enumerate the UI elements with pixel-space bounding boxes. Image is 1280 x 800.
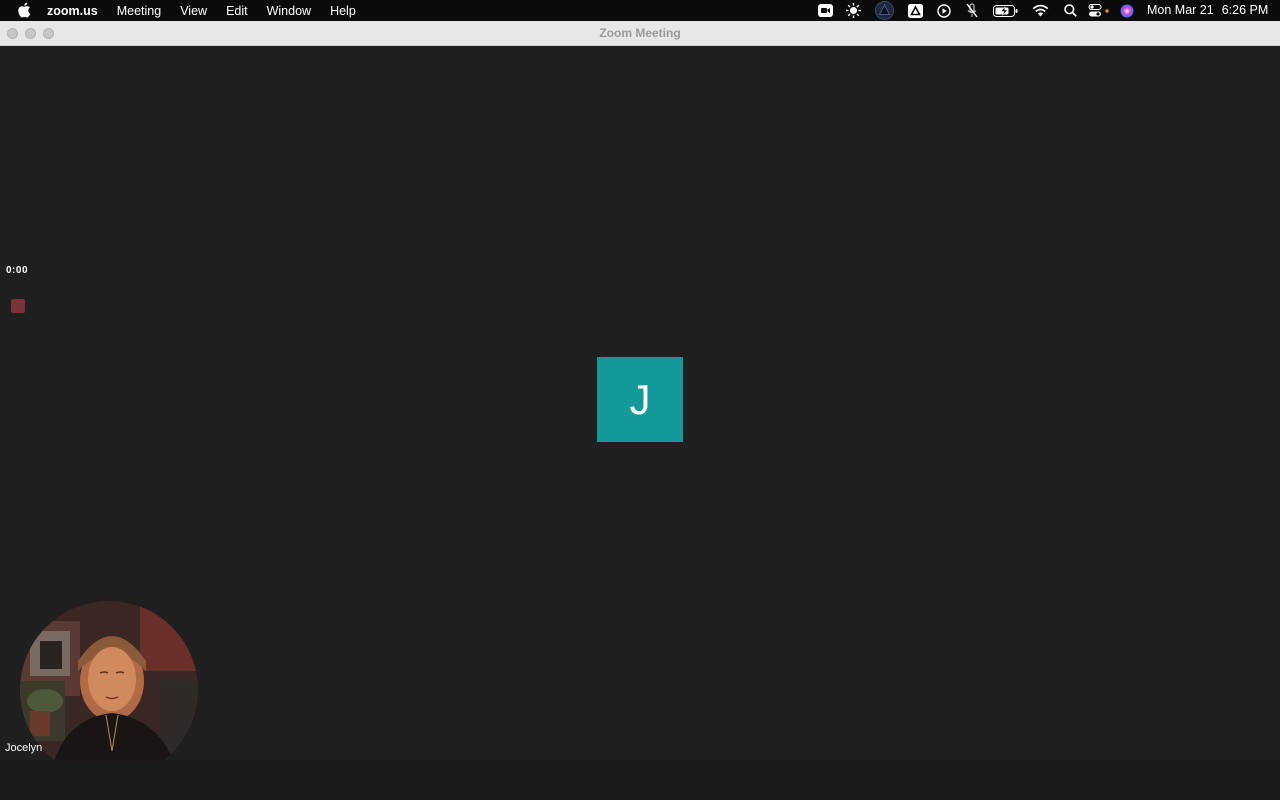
menu-view[interactable]: View — [180, 4, 207, 18]
sun-icon[interactable] — [845, 0, 861, 21]
control-center-icon[interactable] — [1087, 0, 1111, 21]
stop-recording-button[interactable] — [11, 299, 25, 313]
menu-help[interactable]: Help — [330, 4, 356, 18]
search-icon[interactable] — [1062, 0, 1078, 21]
recording-timer: 0:00 — [6, 265, 29, 276]
window-title: Zoom Meeting — [599, 26, 681, 40]
zoom-video-icon[interactable] — [817, 0, 833, 21]
menu-bar: zoom.us Meeting View Edit Window Help Mo… — [0, 0, 1280, 21]
wifi-icon[interactable] — [1031, 0, 1049, 21]
window-titlebar[interactable]: Zoom Meeting — [0, 21, 1280, 46]
clock-time: 6:26 PM — [1221, 3, 1269, 17]
battery-charging-icon[interactable] — [992, 0, 1018, 21]
menu-window[interactable]: Window — [267, 4, 311, 18]
self-view-image — [20, 601, 198, 779]
menubar-clock[interactable]: Mon Mar 21 6:26 PM — [1147, 0, 1268, 21]
menu-app-name[interactable]: zoom.us — [47, 4, 98, 18]
menu-meeting[interactable]: Meeting — [117, 4, 161, 18]
siri-icon[interactable] — [1119, 0, 1135, 21]
self-view-name: Jocelyn — [5, 742, 43, 754]
participant-initial: J — [629, 375, 651, 423]
menu-edit[interactable]: Edit — [226, 4, 248, 18]
meeting-controls-bar — [0, 760, 1280, 800]
mic-off-icon[interactable] — [964, 0, 980, 21]
triangle-circle-icon[interactable] — [874, 0, 894, 21]
apple-icon[interactable] — [17, 2, 31, 18]
drive-icon[interactable] — [907, 0, 923, 21]
participant-avatar[interactable]: J — [597, 357, 683, 442]
play-circle-icon[interactable] — [936, 0, 952, 21]
self-view-video[interactable] — [20, 601, 198, 779]
clock-date: Mon Mar 21 — [1147, 3, 1214, 17]
